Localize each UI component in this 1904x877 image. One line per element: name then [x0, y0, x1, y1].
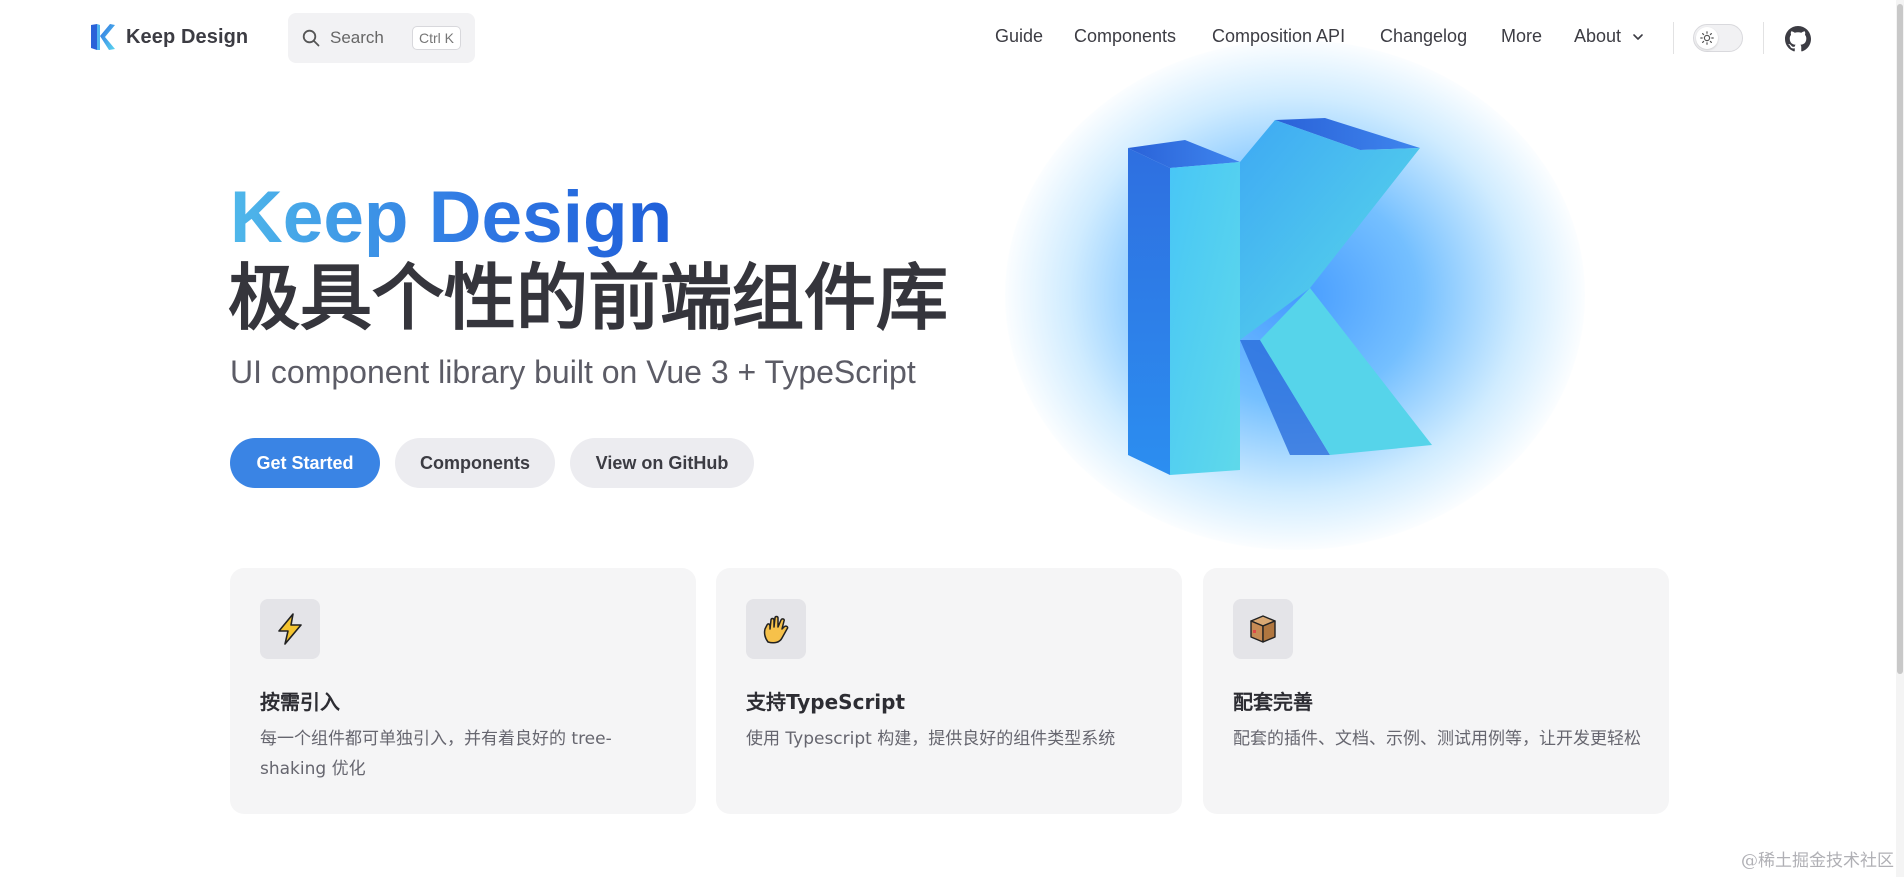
package-icon [1233, 599, 1293, 659]
hero-k-logo-image [1128, 118, 1432, 475]
feature-desc: 使用 Typescript 构建，提供良好的组件类型系统 [746, 729, 1116, 749]
nav-about-dropdown[interactable]: About [1574, 26, 1644, 47]
brand-link[interactable]: Keep Design [90, 22, 248, 52]
feature-card: 配套完善 配套的插件、文档、示例、测试用例等，让开发更轻松 [1203, 568, 1669, 814]
search-label: Search [330, 28, 384, 47]
nav-more[interactable]: More [1501, 26, 1542, 47]
feature-title: 支持TypeScript [746, 690, 906, 714]
hero-tagline: 极具个性的前端组件库 [228, 256, 949, 340]
theme-toggle[interactable] [1693, 24, 1743, 52]
feature-card: 支持TypeScript 使用 Typescript 构建，提供良好的组件类型系… [716, 568, 1182, 814]
sun-icon [1700, 31, 1714, 45]
search-shortcut: Ctrl K [412, 26, 461, 50]
feature-desc: 每一个组件都可单独引入，并有着良好的 tree-shaking 优化 [260, 729, 612, 779]
search-button[interactable]: Search Ctrl K [288, 13, 475, 63]
feature-title: 配套完善 [1233, 690, 1313, 714]
feature-card: 按需引入 每一个组件都可单独引入，并有着良好的 tree-shaking 优化 [230, 568, 696, 814]
view-on-github-button[interactable]: View on GitHub [570, 438, 754, 488]
github-icon[interactable] [1785, 26, 1811, 52]
lightning-icon [260, 599, 320, 659]
get-started-button[interactable]: Get Started [230, 438, 380, 488]
nav-divider [1763, 22, 1764, 54]
components-button[interactable]: Components [395, 438, 555, 488]
nav-about-label: About [1574, 26, 1622, 46]
nav-changelog[interactable]: Changelog [1380, 26, 1467, 47]
brand-name: Keep Design [126, 25, 249, 48]
scrollbar[interactable] [1896, 0, 1904, 877]
hero-subtitle: UI component library built on Vue 3 + Ty… [230, 354, 916, 390]
nav-guide[interactable]: Guide [995, 26, 1043, 47]
top-navbar: Keep Design Search Ctrl K Guide Componen… [0, 0, 1904, 78]
chevron-down-icon [1633, 34, 1643, 41]
feature-desc: 配套的插件、文档、示例、测试用例等，让开发更轻松 [1233, 729, 1641, 749]
nav-divider [1673, 22, 1674, 54]
watermark: @稀土掘金技术社区 [1741, 851, 1894, 871]
theme-knob [1696, 27, 1718, 49]
vulcan-salute-icon [746, 599, 806, 659]
feature-title: 按需引入 [260, 690, 340, 714]
hero-title: Keep Design [230, 174, 672, 262]
search-icon [302, 29, 320, 47]
scrollbar-thumb[interactable] [1897, 4, 1903, 674]
nav-components[interactable]: Components [1074, 26, 1176, 47]
keep-logo-icon [91, 24, 115, 50]
